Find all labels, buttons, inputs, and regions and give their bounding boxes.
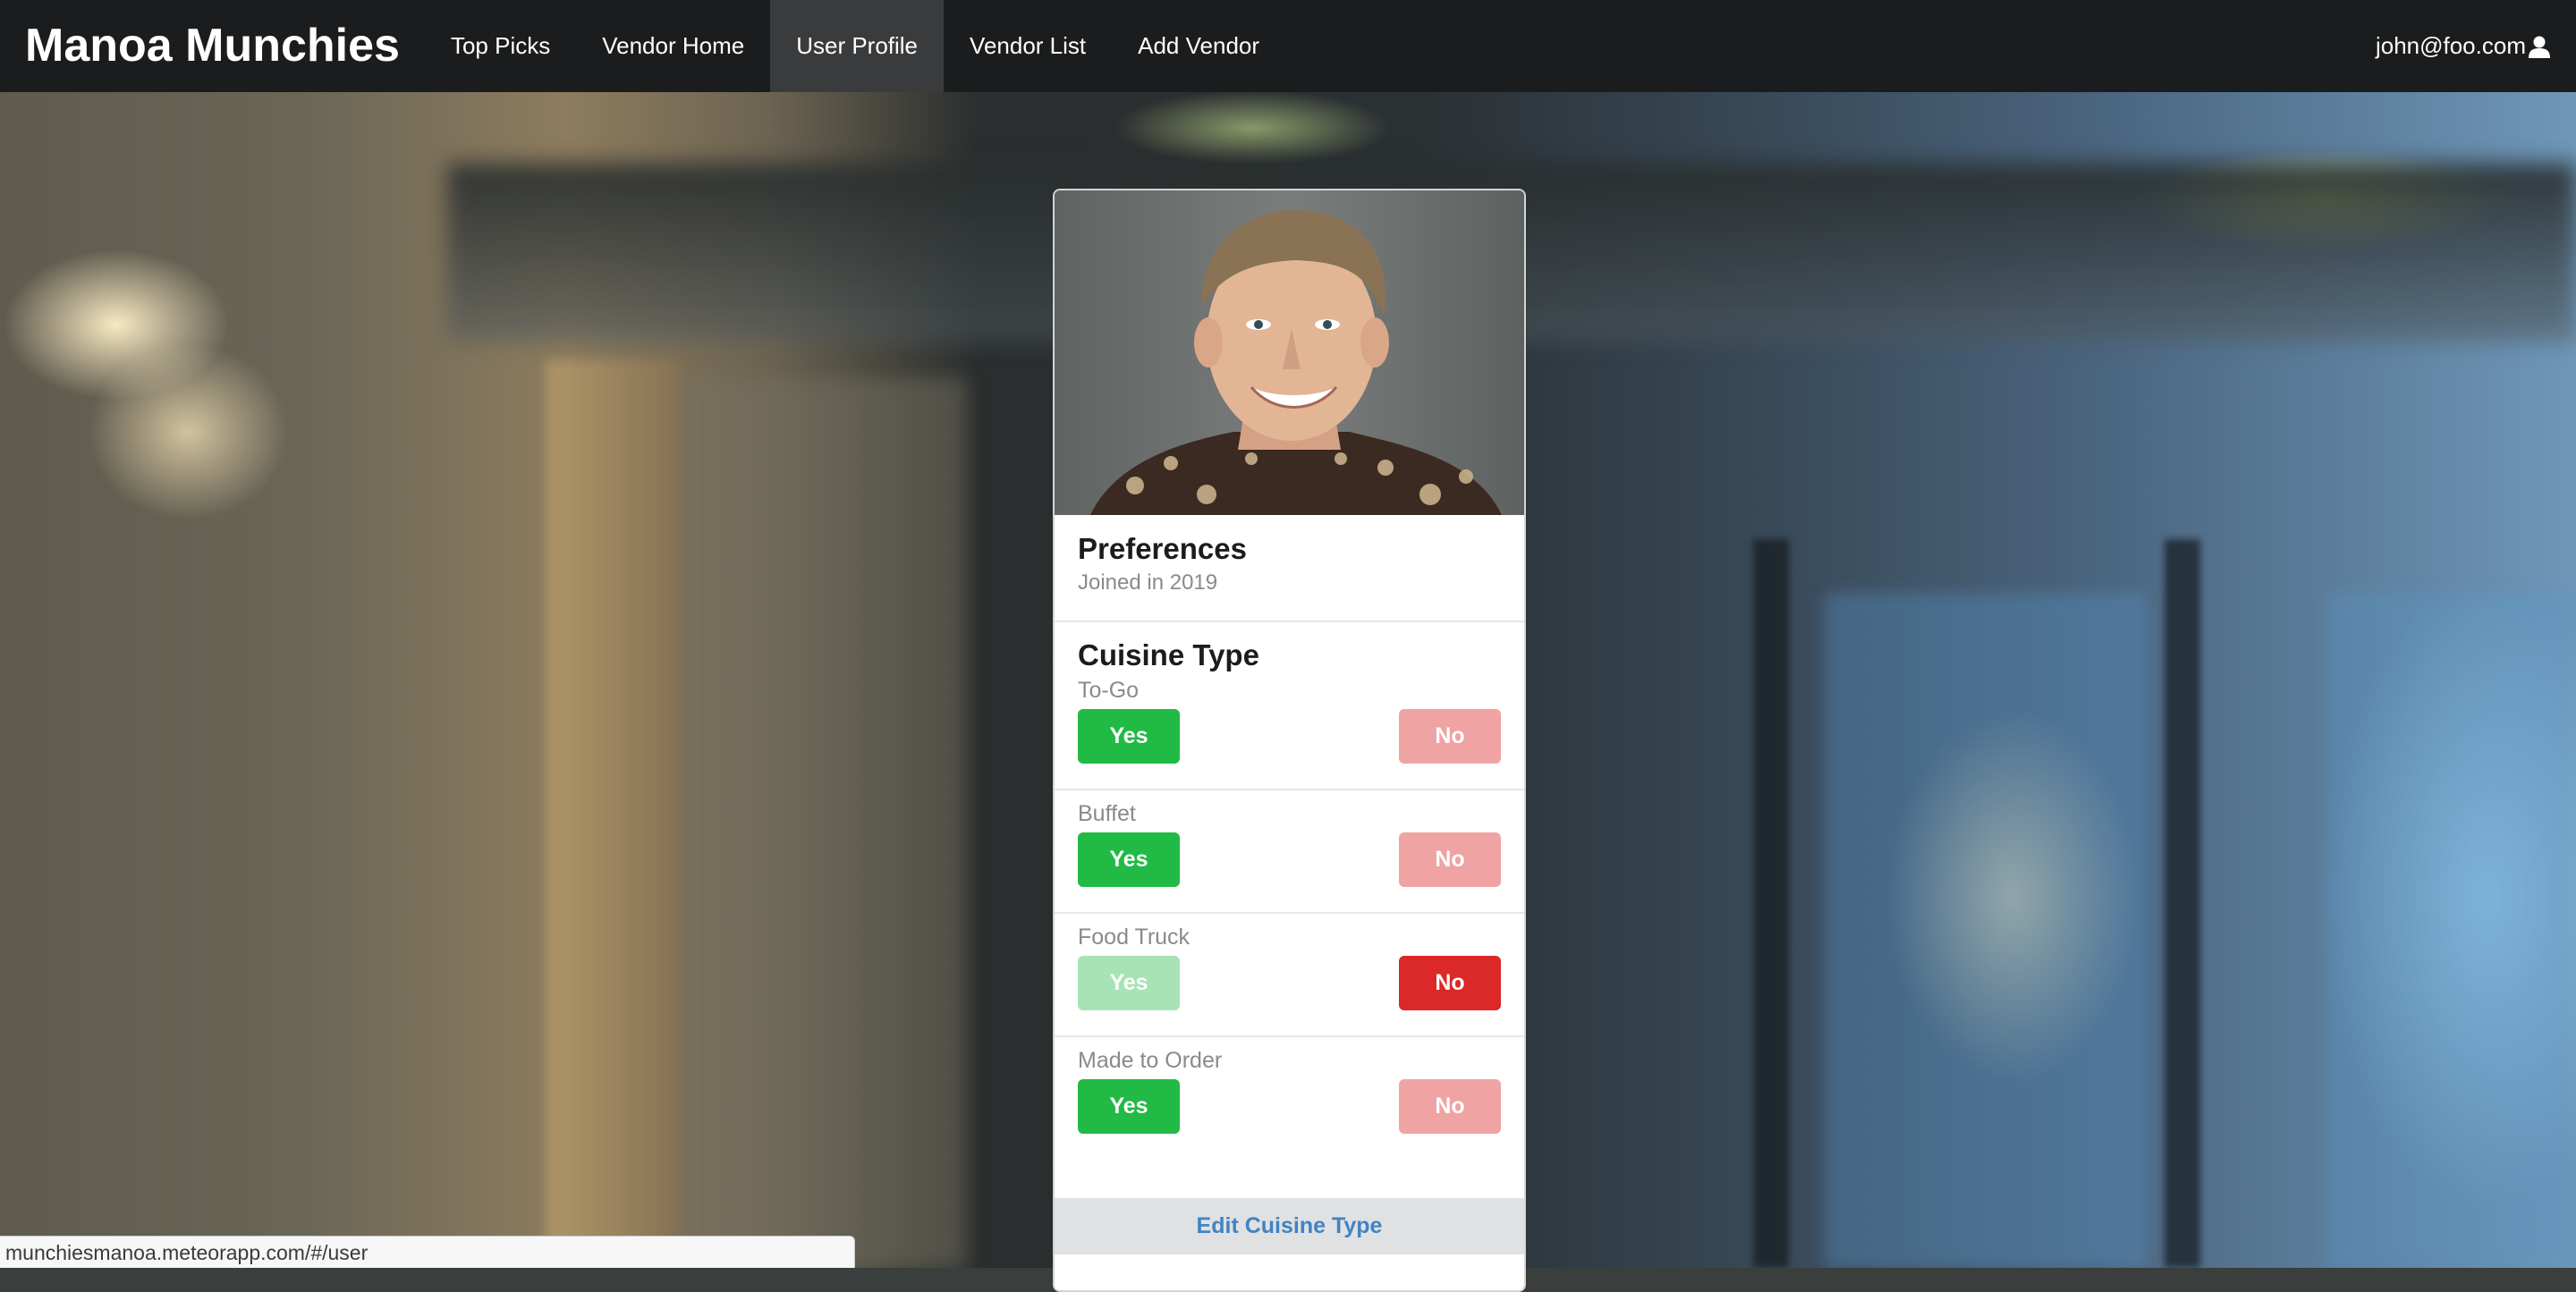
preference-to-go: To-Go Yes No [1055, 672, 1524, 789]
background-wall [680, 378, 966, 1268]
preference-buffet: Buffet Yes No [1055, 789, 1524, 912]
card-header: Preferences Joined in 2019 [1055, 515, 1524, 621]
nav-user-profile[interactable]: User Profile [770, 0, 945, 92]
background-window [2326, 593, 2576, 1268]
top-navbar: Manoa Munchies Top Picks Vendor Home Use… [0, 0, 2576, 92]
preference-label: Made to Order [1078, 1048, 1223, 1073]
cuisine-section: Cuisine Type [1055, 621, 1524, 672]
browser-status-url: munchiesmanoa.meteorapp.com/#/user [0, 1236, 855, 1268]
preference-made-to-order: Made to Order Yes No [1055, 1035, 1524, 1159]
preference-label: To-Go [1078, 678, 1140, 703]
preference-label: Food Truck [1078, 925, 1191, 950]
nav-add-vendor[interactable]: Add Vendor [1112, 0, 1285, 92]
yes-button[interactable]: Yes [1078, 956, 1180, 1010]
no-button[interactable]: No [1399, 832, 1501, 887]
no-button[interactable]: No [1399, 709, 1501, 764]
cuisine-title: Cuisine Type [1078, 638, 1259, 671]
profile-card: Preferences Joined in 2019 Cuisine Type … [1053, 189, 1526, 1292]
edit-cuisine-button[interactable]: Edit Cuisine Type [1055, 1198, 1524, 1254]
user-icon [2528, 35, 2551, 58]
nav-vendor-list[interactable]: Vendor List [944, 0, 1112, 92]
preference-label: Buffet [1078, 801, 1136, 826]
join-date: Joined in 2019 [1078, 570, 1218, 595]
background-window [1825, 593, 2147, 1268]
nav-top-picks[interactable]: Top Picks [425, 0, 576, 92]
background-pillar [546, 360, 680, 1268]
card-title: Preferences [1078, 532, 1247, 565]
yes-button[interactable]: Yes [1078, 709, 1180, 764]
yes-button[interactable]: Yes [1078, 1079, 1180, 1134]
yes-button[interactable]: Yes [1078, 832, 1180, 887]
nav-vendor-home[interactable]: Vendor Home [576, 0, 770, 92]
preference-food-truck: Food Truck Yes No [1055, 912, 1524, 1035]
background-door-frame [2165, 539, 2200, 1268]
no-button[interactable]: No [1399, 1079, 1501, 1134]
brand-logo[interactable]: Manoa Munchies [0, 0, 425, 92]
background-door-frame [1753, 539, 1789, 1268]
user-email: john@foo.com [2375, 32, 2526, 59]
profile-photo [1055, 190, 1524, 515]
no-button[interactable]: No [1399, 956, 1501, 1010]
user-menu[interactable]: john@foo.com [2376, 32, 2576, 60]
